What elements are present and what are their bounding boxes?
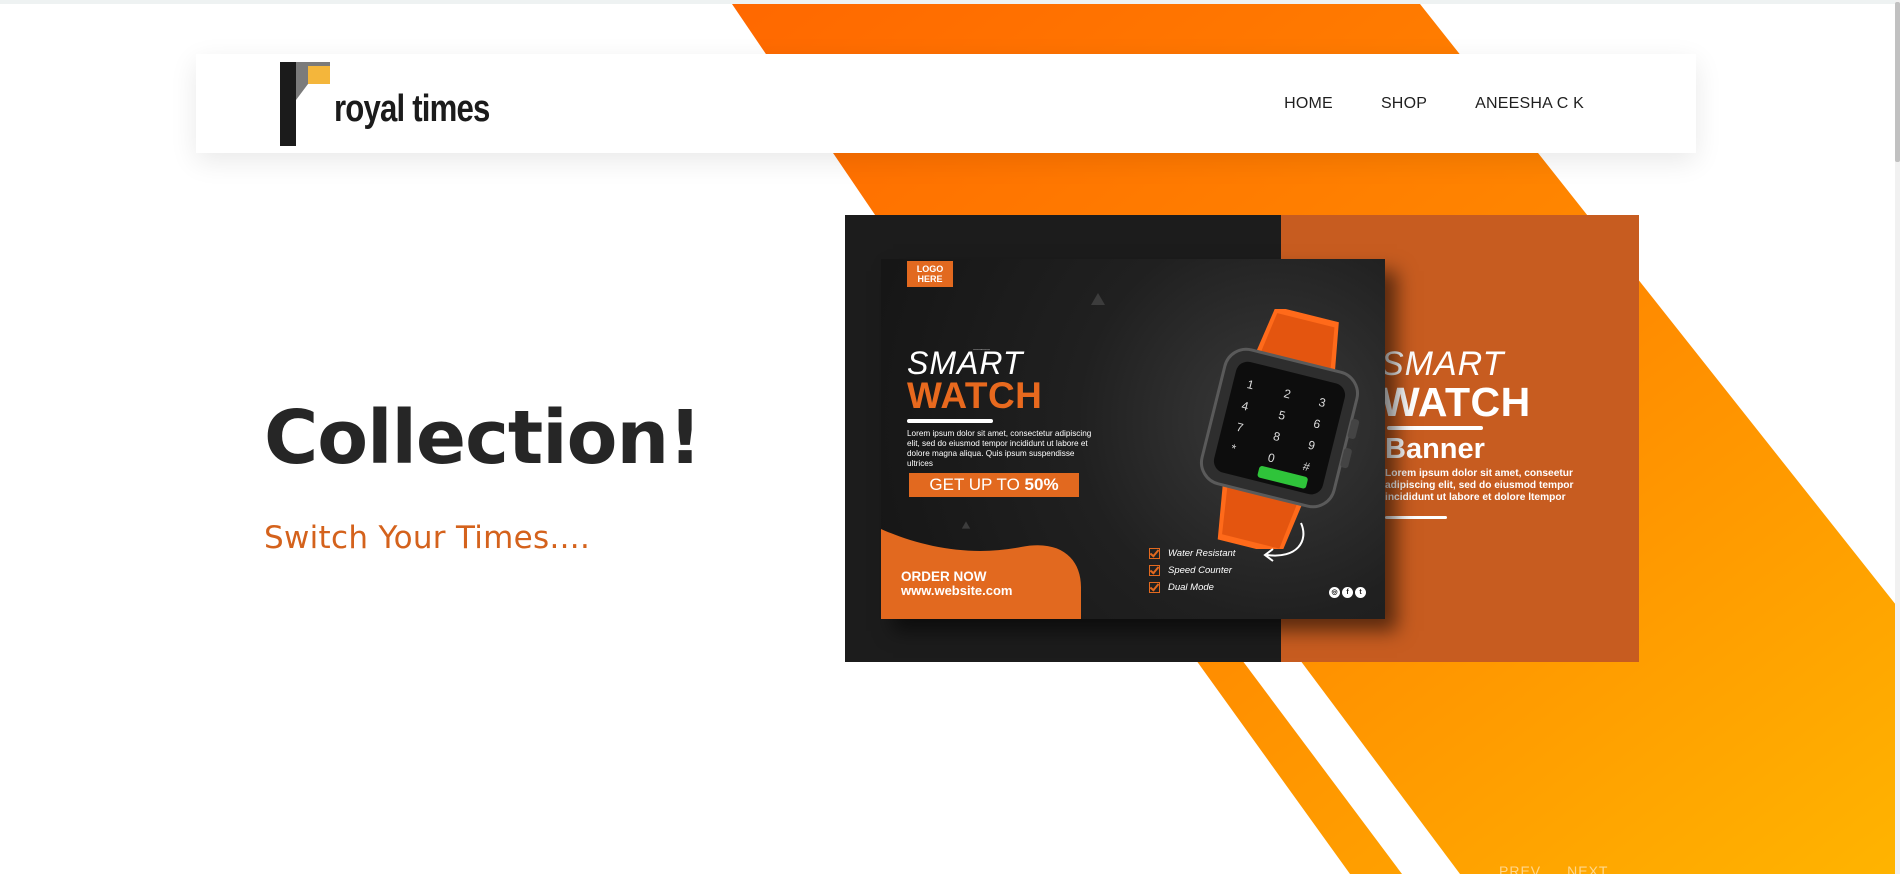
nav-account[interactable]: ANEESHA C K [1475,95,1584,113]
nav-home[interactable]: HOME [1284,95,1333,113]
feature-label: Speed Counter [1168,565,1232,576]
checkbox-icon [1149,582,1160,593]
feature-item: Speed Counter [1149,562,1235,579]
brand-logo[interactable]: royal times [278,62,524,146]
decor-triangle [1091,293,1105,305]
hero-title: Collection! [264,395,702,481]
main-nav: HOME SHOP ANEESHA C K [1236,54,1584,153]
offer-badge: GET UP TO 50% [909,473,1079,497]
checkbox-icon [1149,565,1160,576]
feature-label: Water Resistant [1168,548,1236,559]
smart-watch-banner[interactable]: SMART WATCH Banner Lorem ipsum dolor sit… [845,215,1639,662]
brand-name: royal times [334,87,490,130]
next-button[interactable]: NEXT [1567,863,1608,879]
facebook-icon: f [1342,587,1353,598]
curved-arrow-icon [1263,522,1305,562]
site-header: royal times HOME SHOP ANEESHA C K [196,54,1696,153]
card-description: Lorem ipsum dolor sit amet, consectetur … [907,429,1092,468]
prev-button[interactable]: PREV [1499,863,1541,879]
smartwatch-image: 123 456 789 *0# [1199,309,1360,549]
scrollbar-thumb[interactable] [1895,2,1900,162]
watch-ad-card: LOGO HERE ﹏﹏ SMART WATCH Lorem ipsum dol… [881,259,1385,619]
order-website: www.website.com [901,583,1013,598]
royal-times-logo-icon [280,62,330,146]
slider-pager: PREV NEXT [1499,863,1634,879]
decor-triangle [961,521,971,529]
offer-value: 50% [1024,475,1059,494]
banner-right-watch: WATCH [1381,379,1531,425]
offer-prefix: GET UP TO [929,475,1020,494]
social-icons: ◎ f t [1329,587,1368,598]
order-now-label: ORDER NOW [901,569,987,584]
twitter-icon: t [1355,587,1366,598]
instagram-icon: ◎ [1329,587,1340,598]
checkbox-icon [1149,548,1160,559]
divider [907,419,993,423]
feature-item: Dual Mode [1149,579,1235,596]
feature-list: Water Resistant Speed Counter Dual Mode [1149,545,1235,596]
card-watch-label: WATCH [907,375,1043,416]
feature-item: Water Resistant [1149,545,1235,562]
nav-shop[interactable]: SHOP [1381,95,1427,113]
banner-right-heading: Banner [1385,433,1485,465]
divider [1387,426,1483,430]
banner-right-description: Lorem ipsum dolor sit amet, conseetur ad… [1385,468,1574,503]
logo-placeholder: LOGO HERE [907,261,953,287]
feature-label: Dual Mode [1168,582,1214,593]
hero-subtitle: Switch Your Times.... [264,520,591,556]
divider [1385,516,1447,519]
